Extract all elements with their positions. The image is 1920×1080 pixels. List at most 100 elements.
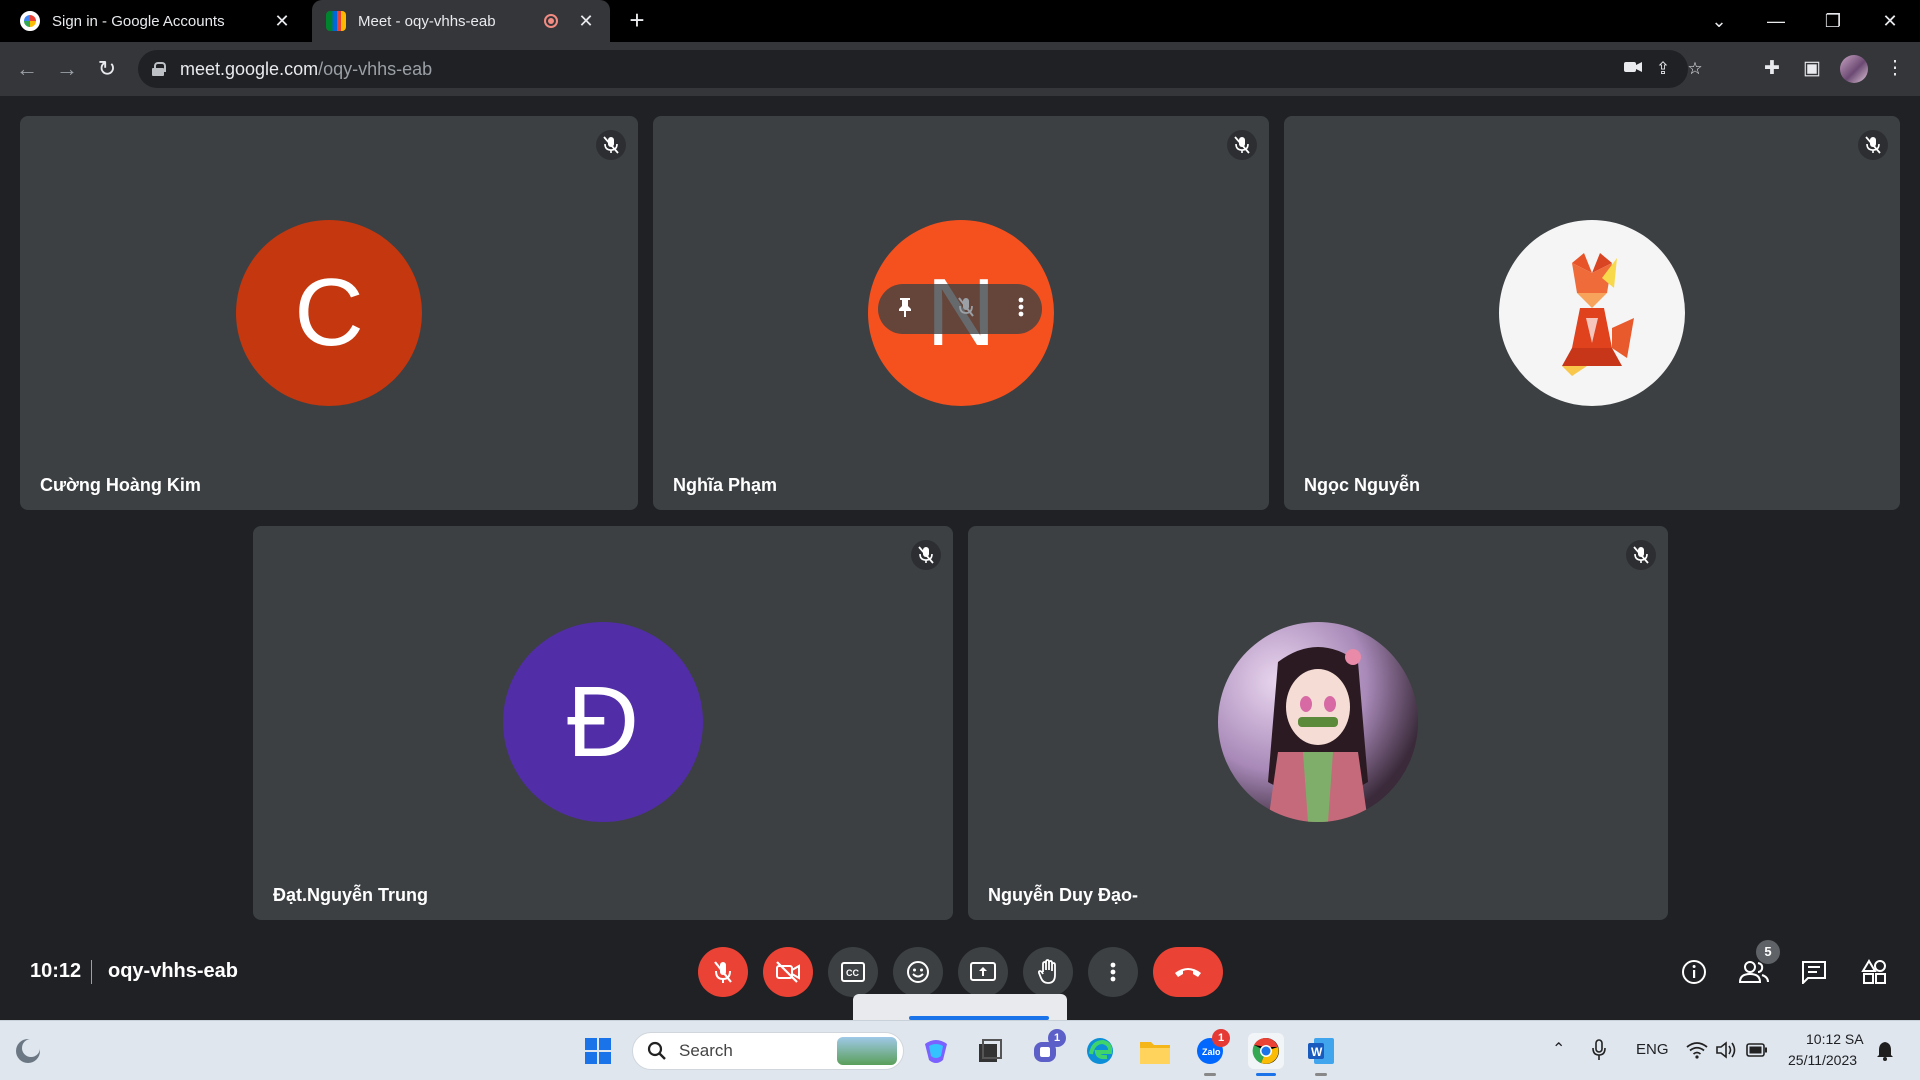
participants-count-badge: 5 bbox=[1756, 940, 1780, 964]
chat-icon bbox=[1802, 961, 1826, 984]
activities-icon bbox=[1861, 959, 1886, 984]
running-indicator bbox=[1204, 1073, 1216, 1076]
tab-title: Meet - oqy-vhhs-eab bbox=[358, 12, 496, 30]
wifi-icon[interactable] bbox=[1686, 1041, 1708, 1064]
participant-avatar: C bbox=[236, 220, 422, 406]
mic-off-icon bbox=[714, 961, 732, 983]
close-window-icon[interactable]: ✕ bbox=[1867, 0, 1913, 42]
task-view-icon[interactable] bbox=[972, 1033, 1008, 1069]
language-indicator[interactable]: ENG bbox=[1636, 1041, 1669, 1058]
share-icon[interactable]: ⇪ bbox=[1652, 58, 1674, 80]
reload-icon[interactable]: ↻ bbox=[92, 54, 122, 84]
new-tab-button[interactable]: + bbox=[622, 6, 652, 36]
more-vert-icon bbox=[1110, 962, 1116, 982]
active-indicator bbox=[1256, 1073, 1276, 1076]
tab-sign-in[interactable]: Sign in - Google Accounts ✕ bbox=[6, 0, 306, 42]
meet-stage: C Cường Hoàng Kim N Nghĩa Phạm bbox=[0, 96, 1920, 1020]
participant-name: Cường Hoàng Kim bbox=[40, 475, 201, 495]
svg-text:CC: CC bbox=[846, 968, 859, 978]
raise-hand-icon bbox=[1037, 959, 1056, 984]
close-tab-icon[interactable]: ✕ bbox=[576, 11, 596, 32]
meeting-code: oqy-vhhs-eab bbox=[108, 960, 239, 982]
participant-name: Nghĩa Phạm bbox=[673, 475, 778, 495]
camera-toggle-button[interactable] bbox=[763, 947, 813, 997]
participant-name: Đạt.Nguyễn Trung bbox=[273, 885, 429, 905]
participant-name: Nguyễn Duy Đạo- bbox=[988, 885, 1139, 905]
participant-tile[interactable]: Nguyễn Duy Đạo- bbox=[968, 526, 1668, 920]
emoji-icon bbox=[907, 961, 929, 983]
zalo-badge: 1 bbox=[1212, 1029, 1230, 1047]
extensions-icon[interactable]: ✚ bbox=[1757, 54, 1787, 84]
mute-participant-icon[interactable] bbox=[957, 296, 975, 323]
url-bar[interactable]: meet.google.com/oqy-vhhs-eab ⇪ ☆ bbox=[138, 50, 1703, 88]
more-options-button[interactable] bbox=[1088, 947, 1138, 997]
teams-badge: 1 bbox=[1048, 1029, 1066, 1047]
tab-search-icon[interactable]: ⌄ bbox=[1696, 0, 1742, 42]
side-panel-icon[interactable]: ▣ bbox=[1797, 54, 1827, 84]
meeting-clock: 10:12 bbox=[30, 960, 82, 982]
profile-avatar[interactable] bbox=[1840, 55, 1868, 83]
participant-tile[interactable]: Đ Đạt.Nguyễn Trung bbox=[253, 526, 953, 920]
meet-icon bbox=[326, 11, 346, 31]
tray-overflow-icon[interactable]: ⌃ bbox=[1552, 1039, 1565, 1059]
divider bbox=[91, 960, 92, 984]
raise-hand-button[interactable] bbox=[1023, 947, 1073, 997]
minimize-icon[interactable]: — bbox=[1753, 0, 1799, 42]
file-explorer-icon[interactable] bbox=[1137, 1033, 1173, 1069]
address-toolbar: ← → ↻ meet.google.com/oqy-vhhs-eab ⇪ ☆ ✚… bbox=[0, 42, 1920, 96]
start-button[interactable] bbox=[580, 1033, 616, 1069]
mic-muted-icon bbox=[596, 130, 626, 160]
activities-button[interactable] bbox=[1854, 952, 1894, 992]
pin-icon[interactable] bbox=[896, 296, 914, 323]
chat-button[interactable] bbox=[1794, 952, 1834, 992]
hang-up-icon bbox=[1175, 968, 1201, 977]
battery-icon[interactable] bbox=[1746, 1043, 1768, 1062]
forward-icon[interactable]: → bbox=[52, 54, 82, 84]
anime-avatar-image bbox=[1218, 622, 1418, 822]
mic-muted-icon bbox=[911, 540, 941, 570]
participant-tile[interactable]: Ngọc Nguyễn bbox=[1284, 116, 1900, 510]
participant-tile[interactable]: C Cường Hoàng Kim bbox=[20, 116, 638, 510]
tray-time[interactable]: 10:12 SA bbox=[1806, 1031, 1864, 1047]
meeting-details-button[interactable] bbox=[1674, 952, 1714, 992]
volume-icon[interactable] bbox=[1716, 1041, 1738, 1064]
chrome-icon[interactable] bbox=[1248, 1033, 1284, 1069]
mic-muted-icon bbox=[1227, 130, 1257, 160]
notification-bell-icon[interactable] bbox=[1876, 1041, 1894, 1066]
weather-widget-icon[interactable] bbox=[10, 1033, 46, 1069]
tray-date[interactable]: 25/11/2023 bbox=[1788, 1052, 1857, 1068]
present-button[interactable] bbox=[958, 947, 1008, 997]
participant-name: Ngọc Nguyễn bbox=[1304, 475, 1421, 495]
google-g-icon bbox=[20, 11, 40, 31]
browser-tab-strip: Sign in - Google Accounts ✕ Meet - oqy-v… bbox=[0, 0, 1920, 42]
mic-toggle-button[interactable] bbox=[698, 947, 748, 997]
leave-call-button[interactable] bbox=[1153, 947, 1223, 997]
svg-text:Zalo: Zalo bbox=[1202, 1047, 1221, 1057]
popup-peek bbox=[853, 994, 1067, 1020]
more-options-icon[interactable] bbox=[1018, 296, 1024, 323]
participant-avatar: Đ bbox=[503, 622, 703, 822]
tab-meet[interactable]: Meet - oqy-vhhs-eab ✕ bbox=[312, 0, 610, 42]
taskbar-search[interactable]: Search bbox=[632, 1032, 904, 1070]
chrome-menu-icon[interactable]: ⋮ bbox=[1880, 54, 1910, 84]
word-icon[interactable]: W bbox=[1303, 1033, 1339, 1069]
restore-icon[interactable]: ❐ bbox=[1810, 0, 1856, 42]
close-tab-icon[interactable]: ✕ bbox=[272, 11, 292, 32]
emoji-button[interactable] bbox=[893, 947, 943, 997]
bookmark-star-icon[interactable]: ☆ bbox=[1684, 58, 1706, 80]
microphone-tray-icon[interactable] bbox=[1592, 1039, 1606, 1066]
mic-muted-icon bbox=[1858, 130, 1888, 160]
edge-icon[interactable] bbox=[1082, 1033, 1118, 1069]
present-screen-icon bbox=[970, 962, 996, 981]
running-indicator bbox=[1315, 1073, 1327, 1076]
captions-button[interactable]: CC bbox=[828, 947, 878, 997]
back-icon[interactable]: ← bbox=[12, 54, 42, 84]
search-label: Search bbox=[679, 1041, 733, 1060]
camera-in-use-icon[interactable] bbox=[1622, 58, 1644, 80]
fox-avatar-image bbox=[1499, 220, 1685, 406]
search-icon bbox=[647, 1041, 666, 1060]
camera-off-icon bbox=[776, 961, 800, 983]
copilot-icon[interactable] bbox=[918, 1033, 954, 1069]
tile-hover-controls bbox=[878, 284, 1042, 334]
search-highlight-image bbox=[837, 1037, 897, 1065]
